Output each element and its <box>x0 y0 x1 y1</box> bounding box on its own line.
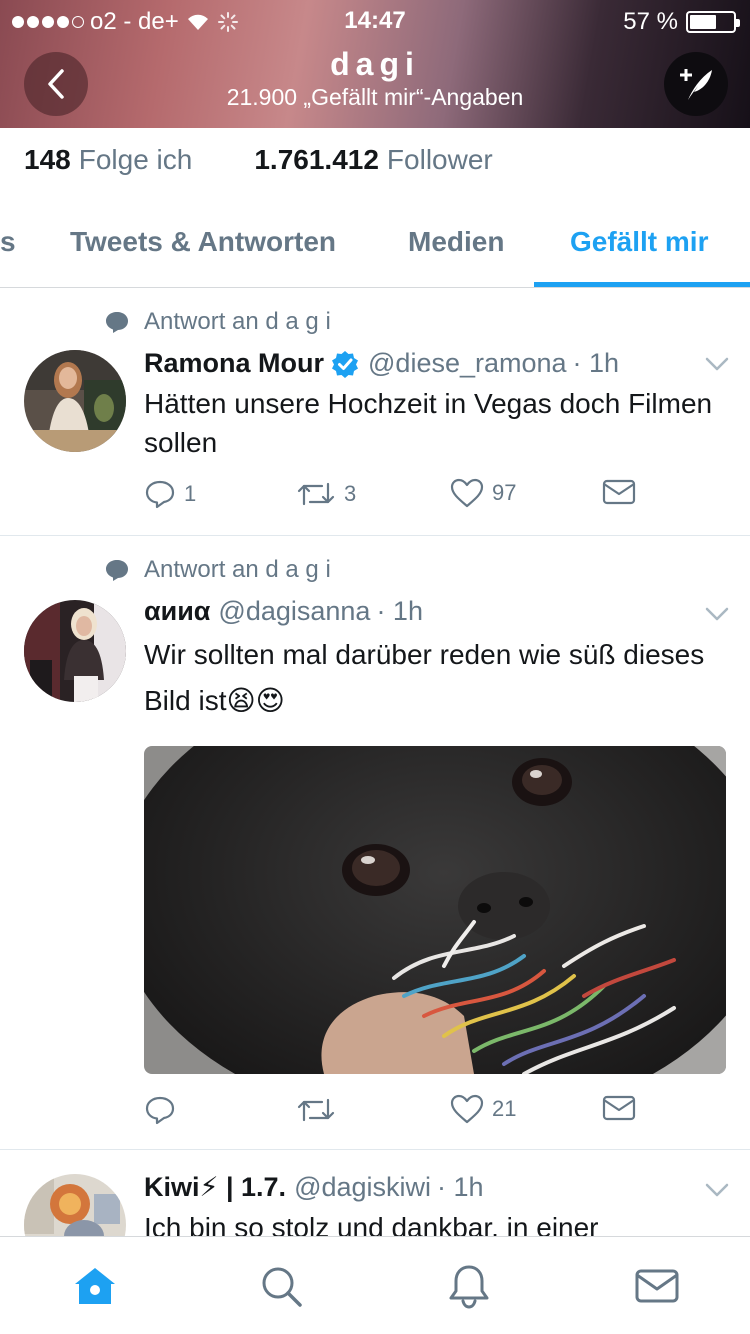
tab-tweets-partial[interactable]: s <box>0 226 16 258</box>
reply-button[interactable]: 1 <box>144 478 196 510</box>
followers-label: Follower <box>386 144 493 175</box>
avatar-image <box>24 350 126 452</box>
tweet-item[interactable]: Antwort an d a g i αииα @dagisanna · 1h … <box>0 536 750 1150</box>
author-handle[interactable]: @dagisanna <box>218 596 370 627</box>
tab-tweets-replies[interactable]: Tweets & Antworten <box>70 226 336 258</box>
tweet-time: · 1h <box>572 348 620 378</box>
author-name[interactable]: Kiwi⚡ | 1.7. <box>144 1172 286 1203</box>
verified-badge-icon <box>332 350 359 378</box>
author-name[interactable]: Ramona Mour <box>144 348 324 379</box>
profile-tabs: s Tweets & Antworten Medien Gefällt mir <box>0 200 750 288</box>
avatar-image <box>24 1174 126 1236</box>
heart-icon <box>450 478 484 508</box>
direct-message-button[interactable] <box>602 478 636 506</box>
tweet-item[interactable]: Antwort an d a g i Ramona Mour @diese_ra… <box>0 288 750 536</box>
mail-icon <box>602 479 636 505</box>
battery-percent: 57 % <box>623 8 678 35</box>
chevron-down-icon[interactable] <box>704 1182 730 1198</box>
nav-home[interactable] <box>72 1263 118 1309</box>
reply-bubble-icon <box>106 560 128 581</box>
tweet-text: Wir sollten mal darüber reden wie süß di… <box>144 639 705 716</box>
following-stat[interactable]: 148 Folge ich <box>24 144 192 176</box>
profile-stats: 148 Folge ich 1.761.412 Follower <box>24 144 493 176</box>
tweet-item[interactable]: Kiwi⚡ | 1.7. @dagiskiwi · 1h Ich bin so … <box>0 1150 750 1236</box>
direct-message-button[interactable] <box>602 1094 636 1122</box>
avatar[interactable] <box>24 350 126 452</box>
bell-icon <box>449 1265 489 1309</box>
bottom-tab-bar <box>0 1236 750 1334</box>
compose-tweet-button[interactable] <box>664 52 728 116</box>
reply-context: Antwort an d a g i <box>104 308 331 336</box>
author-handle[interactable]: @diese_ramona <box>368 348 567 379</box>
reply-icon <box>145 1096 175 1125</box>
tweet-author-line: Kiwi⚡ | 1.7. @dagiskiwi · 1h <box>144 1172 484 1203</box>
profile-header: o2 - de+ 14:47 57 % dagi 21.900 „Gefällt… <box>0 0 750 128</box>
followers-count: 1.761.412 <box>254 144 379 175</box>
avatar[interactable] <box>24 1174 126 1236</box>
chevron-down-icon[interactable] <box>704 606 730 622</box>
nav-search[interactable] <box>258 1263 304 1309</box>
retweet-count: 3 <box>344 481 357 506</box>
tweet-actions: 21 <box>144 1094 664 1134</box>
reply-bubble-icon <box>106 312 128 333</box>
reply-count: 1 <box>184 481 197 506</box>
search-icon <box>262 1267 302 1307</box>
following-label: Folge ich <box>78 144 193 175</box>
avatar-image <box>24 600 126 702</box>
retweet-button[interactable]: 3 <box>296 478 356 510</box>
nav-messages[interactable] <box>634 1263 680 1309</box>
author-name[interactable]: αииα <box>144 596 210 627</box>
tweet-media-image[interactable] <box>144 746 726 1074</box>
heart-icon <box>450 1094 484 1124</box>
tweet-author-line: Ramona Mour @diese_ramona · 1h <box>144 348 619 379</box>
avatar[interactable] <box>24 600 126 702</box>
tweet-actions: 1 3 97 <box>144 478 664 518</box>
tab-media[interactable]: Medien <box>408 226 504 258</box>
likes-count-subtitle: 21.900 „Gefällt mir“-Angaben <box>226 84 524 110</box>
battery-group: 57 % <box>623 8 740 36</box>
profile-name: dagi <box>330 46 420 82</box>
tweet-text: Hätten unsere Hochzeit in Vegas doch Fil… <box>144 388 713 458</box>
following-count: 148 <box>24 144 71 175</box>
nav-notifications[interactable] <box>446 1263 492 1309</box>
tweet-time: · 1h <box>437 1172 484 1202</box>
mail-icon <box>602 1095 636 1121</box>
like-count: 21 <box>492 1096 517 1121</box>
reply-icon <box>145 480 175 509</box>
like-count: 97 <box>492 480 517 505</box>
retweet-icon <box>297 1098 335 1122</box>
mail-icon <box>635 1269 679 1303</box>
tweet-author-line: αииα @dagisanna · 1h <box>144 596 423 627</box>
reply-context-label: Antwort an d a g i <box>144 308 331 335</box>
retweet-button[interactable] <box>296 1094 344 1126</box>
tab-likes[interactable]: Gefällt mir <box>570 226 708 258</box>
reply-context-label: Antwort an d a g i <box>144 556 331 583</box>
retweet-icon <box>297 482 335 506</box>
reply-context: Antwort an d a g i <box>104 556 331 584</box>
tweet-time: · 1h <box>376 596 423 626</box>
dog-photo <box>144 746 726 1074</box>
home-icon <box>75 1268 115 1304</box>
reply-button[interactable] <box>144 1094 184 1126</box>
status-bar: o2 - de+ 14:47 57 % <box>0 0 750 40</box>
active-tab-indicator <box>534 282 750 287</box>
tweet-text: Ich bin so stolz und dankbar, in einer <box>144 1212 599 1236</box>
battery-icon <box>686 11 740 33</box>
compose-feather-icon <box>680 69 712 100</box>
like-button[interactable]: 97 <box>450 478 516 508</box>
chevron-down-icon[interactable] <box>704 356 730 372</box>
author-handle[interactable]: @dagiskiwi <box>294 1172 431 1203</box>
like-button[interactable]: 21 <box>450 1094 516 1124</box>
followers-stat[interactable]: 1.761.412 Follower <box>254 144 492 176</box>
